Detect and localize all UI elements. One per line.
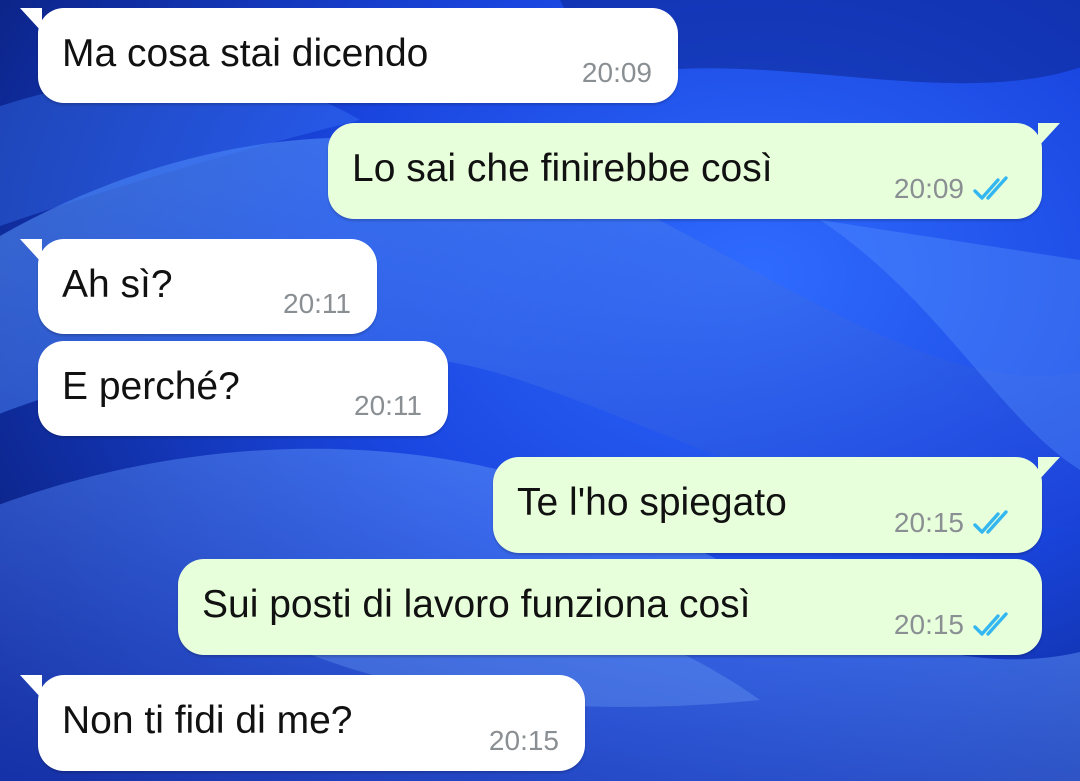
message-text: Lo sai che finirebbe così — [352, 147, 773, 190]
message-text: Te l'ho spiegato — [517, 481, 787, 524]
message-bubble-incoming[interactable]: Ma cosa stai dicendo 20:09 — [20, 8, 678, 103]
message-meta: 20:11 — [283, 288, 351, 320]
message-time: 20:09 — [581, 57, 652, 88]
message-time: 20:11 — [354, 390, 422, 421]
message-bubble-incoming[interactable]: Ah sì? 20:11 — [20, 239, 377, 334]
double-check-read-icon — [973, 510, 1008, 534]
message-meta: 20:15 — [894, 507, 1016, 539]
message-meta: 20:09 — [894, 173, 1016, 205]
message-text: Ma cosa stai dicendo — [62, 32, 429, 75]
bubble-tail — [20, 675, 42, 699]
message-meta: 20:09 — [582, 57, 652, 89]
message-meta: 20:15 — [894, 609, 1016, 641]
bubble-tail — [1038, 457, 1060, 481]
message-bubble-incoming[interactable]: E perché? 20:11 — [38, 341, 448, 436]
message-bubble-outgoing[interactable]: Lo sai che finirebbe così 20:09 — [328, 123, 1060, 219]
bubble-tail — [20, 239, 42, 263]
message-time: 20:15 — [893, 507, 964, 538]
message-time: 20:09 — [893, 173, 964, 204]
double-check-read-icon — [973, 176, 1008, 200]
message-bubble-outgoing[interactable]: Sui posti di lavoro funziona così 20:15 — [178, 559, 1042, 655]
double-check-read-icon — [973, 612, 1008, 636]
message-time: 20:15 — [488, 725, 559, 756]
message-bubble-incoming[interactable]: Non ti fidi di me? 20:15 — [20, 675, 585, 771]
message-bubble-outgoing[interactable]: Te l'ho spiegato 20:15 — [493, 457, 1060, 553]
bubble-tail — [1038, 123, 1060, 147]
message-meta: 20:15 — [489, 725, 559, 757]
message-time: 20:15 — [893, 609, 964, 640]
message-text: Non ti fidi di me? — [62, 699, 353, 742]
message-text: Ah sì? — [62, 263, 173, 306]
message-text: E perché? — [62, 365, 240, 408]
bubble-tail — [20, 8, 42, 32]
message-text: Sui posti di lavoro funziona così — [202, 583, 751, 626]
message-meta: 20:11 — [354, 390, 422, 422]
message-time: 20:11 — [283, 288, 351, 319]
